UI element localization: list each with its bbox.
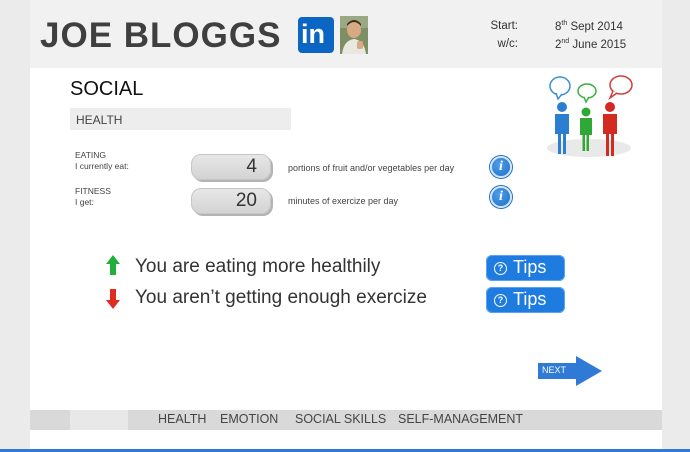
- profile-photo: [340, 16, 368, 54]
- fitness-label-heading: FITNESS: [75, 186, 111, 196]
- eating-label: EATING I currently eat:: [75, 150, 129, 172]
- bottom-nav: HEALTH EMOTION SOCIAL SKILLS SELF-MANAGE…: [30, 410, 662, 430]
- people-speech-bubbles-illustration: [542, 74, 636, 160]
- next-button-label: NEXT: [542, 365, 567, 375]
- linkedin-logo-icon[interactable]: in: [298, 17, 334, 53]
- eating-label-heading: EATING: [75, 150, 107, 160]
- info-icon-fitness[interactable]: i: [490, 186, 512, 208]
- start-label: Start:: [490, 20, 518, 32]
- section-title: SOCIAL: [70, 78, 144, 100]
- fruit-portions-unit: portions of fruit and/or vegetables per …: [288, 163, 455, 173]
- section-subheading: HEALTH: [70, 108, 291, 130]
- user-name-title: JOE BLOGGS: [40, 16, 282, 55]
- start-date: 8th Sept 2014: [555, 20, 623, 33]
- wc-rest: June 2015: [569, 38, 627, 51]
- linkedin-logo-text: in: [301, 19, 325, 49]
- feedback-exercise: You aren’t getting enough exercize: [135, 287, 427, 308]
- exercise-minutes-field[interactable]: 20: [191, 188, 271, 214]
- nav-tab-health[interactable]: HEALTH: [158, 412, 206, 426]
- wc-label: w/c:: [497, 38, 518, 50]
- arrow-up-icon: [106, 255, 120, 275]
- nav-tab-self-management[interactable]: SELF-MANAGEMENT: [398, 412, 523, 426]
- nav-tab-social-skills[interactable]: SOCIAL SKILLS: [295, 412, 386, 426]
- info-icon-eating[interactable]: i: [490, 156, 512, 178]
- fitness-label: FITNESS I get:: [75, 186, 111, 208]
- nav-tab-emotion[interactable]: EMOTION: [220, 412, 278, 426]
- next-button[interactable]: NEXT: [538, 356, 602, 386]
- arrow-down-icon: [106, 289, 120, 309]
- fruit-portions-field[interactable]: 4: [191, 154, 271, 180]
- start-rest: Sept 2014: [567, 20, 623, 33]
- tips-button-label: Tips: [513, 257, 547, 277]
- question-icon: ?: [494, 294, 507, 307]
- feedback-eating: You are eating more healthily: [135, 256, 381, 277]
- wc-date: 2nd June 2015: [555, 38, 626, 51]
- nav-tab-blank[interactable]: [70, 410, 128, 430]
- question-icon: ?: [494, 262, 507, 275]
- tips-button-label: Tips: [513, 289, 547, 309]
- exercise-minutes-unit: minutes of exercize per day: [288, 196, 399, 206]
- fitness-label-text: I get:: [75, 197, 94, 207]
- tips-button-exercise[interactable]: ? Tips: [486, 287, 565, 313]
- tips-button-eating[interactable]: ? Tips: [486, 255, 565, 281]
- eating-label-text: I currently eat:: [75, 161, 129, 171]
